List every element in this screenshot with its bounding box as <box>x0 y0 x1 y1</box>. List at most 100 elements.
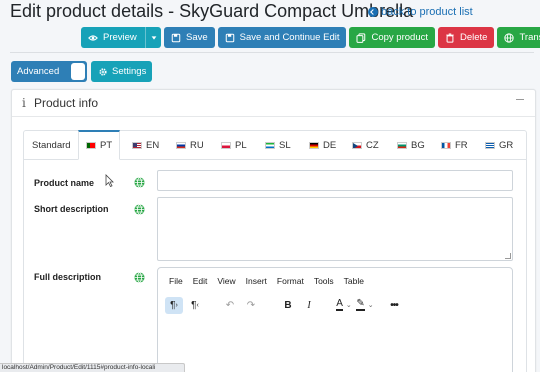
caret-down-icon <box>151 35 156 40</box>
tab-label: CZ <box>366 139 379 151</box>
italic-icon[interactable]: I <box>300 297 318 314</box>
preview-label: Preview <box>103 32 137 43</box>
toolbar-divider <box>10 52 534 53</box>
floppy-disk-icon <box>225 33 234 42</box>
arrow-left-circle-icon <box>368 7 378 17</box>
poland-flag-icon <box>221 141 231 149</box>
browser-status-bar: localhost/Admin/Product/Edit/1115#produc… <box>0 363 185 372</box>
toggle-knob <box>71 63 85 80</box>
tab-label: DE <box>323 139 337 151</box>
france-flag-icon <box>441 141 451 149</box>
copy-product-label: Copy product <box>371 32 428 43</box>
floppy-disk-icon <box>171 33 181 42</box>
editor-toolbar: ¶ › ¶ ‹ ↶ ↷ B I A ⌄ ✎ ⌄ ••• <box>165 296 406 314</box>
tab-label: PL <box>235 139 247 151</box>
tab-de[interactable]: DE <box>309 131 336 159</box>
sierra-leone-flag-icon <box>265 141 275 149</box>
menu-insert[interactable]: Insert <box>246 276 267 286</box>
info-icon: i <box>22 96 26 110</box>
preview-dropdown-toggle[interactable] <box>145 27 161 48</box>
copy-product-button[interactable]: Copy product <box>349 27 435 48</box>
rich-text-editor[interactable]: File Edit View Insert Format Tools Table… <box>157 267 513 372</box>
tab-label: Standard <box>32 139 71 151</box>
tab-label: SL <box>279 139 291 151</box>
highlight-color-icon[interactable]: ✎ ⌄ <box>356 297 374 314</box>
us-flag-icon <box>132 141 142 149</box>
redo-icon[interactable]: ↷ <box>242 297 260 314</box>
card-header[interactable]: i Product info <box>12 90 535 117</box>
translate-button[interactable]: Translate <box>497 27 540 48</box>
bold-icon[interactable]: B <box>279 297 297 314</box>
text-color-icon[interactable]: A ⌄ <box>335 297 353 314</box>
delete-label: Delete <box>460 32 488 43</box>
menu-table[interactable]: Table <box>344 276 364 286</box>
tab-label: EN <box>146 139 160 151</box>
eye-icon <box>88 34 98 41</box>
tab-label: PT <box>100 140 113 151</box>
undo-icon[interactable]: ↶ <box>221 297 239 314</box>
more-options-icon[interactable]: ••• <box>385 297 403 314</box>
save-and-continue-label: Save and Continue Edit <box>239 32 340 43</box>
editor-menubar: File Edit View Insert Format Tools Table <box>158 268 512 294</box>
tab-label: FR <box>455 139 468 151</box>
tab-label: RU <box>190 139 204 151</box>
globe-icon <box>504 32 515 43</box>
portugal-flag-icon <box>86 142 96 149</box>
product-name-input[interactable] <box>157 170 513 191</box>
tab-gr[interactable]: GR <box>485 131 513 159</box>
language-tabs-panel: Standard PT EN RU PL SL DE CZ BG FR GR P… <box>23 130 527 372</box>
ltr-paragraph-icon[interactable]: ¶ › <box>165 296 183 314</box>
translate-label: Translate <box>519 32 540 43</box>
tab-standard[interactable]: Standard <box>32 131 71 159</box>
short-description-label: Short description <box>34 204 109 214</box>
menu-view[interactable]: View <box>217 276 235 286</box>
tab-ru[interactable]: RU <box>176 131 204 159</box>
preview-button[interactable]: Preview <box>81 27 145 48</box>
advanced-label: Advanced <box>17 66 60 77</box>
globe-icon <box>134 272 145 283</box>
card-title: Product info <box>34 96 99 110</box>
resize-handle-icon[interactable] <box>505 253 511 259</box>
tab-fr[interactable]: FR <box>441 131 468 159</box>
settings-label: Settings <box>112 66 147 77</box>
tab-cz[interactable]: CZ <box>352 131 379 159</box>
globe-icon <box>134 204 145 215</box>
tab-sl[interactable]: SL <box>265 131 291 159</box>
tab-en[interactable]: EN <box>132 131 159 159</box>
germany-flag-icon <box>309 141 319 149</box>
tab-bg[interactable]: BG <box>397 131 425 159</box>
mouse-cursor-icon <box>105 174 114 187</box>
product-info-card: i Product info Standard PT EN RU PL SL D… <box>11 89 536 372</box>
trash-icon <box>446 33 454 43</box>
copy-icon <box>356 32 366 43</box>
save-label: Save <box>186 32 208 43</box>
tab-pl[interactable]: PL <box>221 131 247 159</box>
delete-button[interactable]: Delete <box>438 27 495 48</box>
advanced-mode-toggle[interactable]: Advanced <box>11 61 87 82</box>
short-description-textarea[interactable] <box>157 197 513 261</box>
globe-icon <box>134 177 145 188</box>
russia-flag-icon <box>176 141 186 149</box>
menu-format[interactable]: Format <box>277 276 304 286</box>
save-button[interactable]: Save <box>164 27 215 48</box>
menu-tools[interactable]: Tools <box>314 276 334 286</box>
gear-icon <box>99 67 107 76</box>
action-toolbar: Preview Save Save and Continue Edit Copy… <box>81 27 540 48</box>
menu-edit[interactable]: Edit <box>193 276 208 286</box>
save-and-continue-button[interactable]: Save and Continue Edit <box>217 27 347 48</box>
back-link-label: back to product list <box>381 6 473 18</box>
tab-label: BG <box>411 139 425 151</box>
tab-label: GR <box>499 139 514 151</box>
language-tabs: Standard PT EN RU PL SL DE CZ BG FR GR <box>24 130 526 160</box>
product-name-label: Product name <box>34 178 95 188</box>
collapse-icon[interactable] <box>516 94 524 100</box>
page-title: Edit product details - SkyGuard Compact … <box>10 1 414 21</box>
settings-button[interactable]: Settings <box>91 61 152 82</box>
tab-pt[interactable]: PT <box>78 130 121 160</box>
back-to-list-link[interactable]: back to product list <box>368 6 473 18</box>
menu-file[interactable]: File <box>169 276 183 286</box>
rtl-paragraph-icon[interactable]: ¶ ‹ <box>186 297 204 314</box>
full-description-label: Full description <box>34 272 102 282</box>
greece-flag-icon <box>485 141 495 149</box>
czech-flag-icon <box>352 141 362 149</box>
